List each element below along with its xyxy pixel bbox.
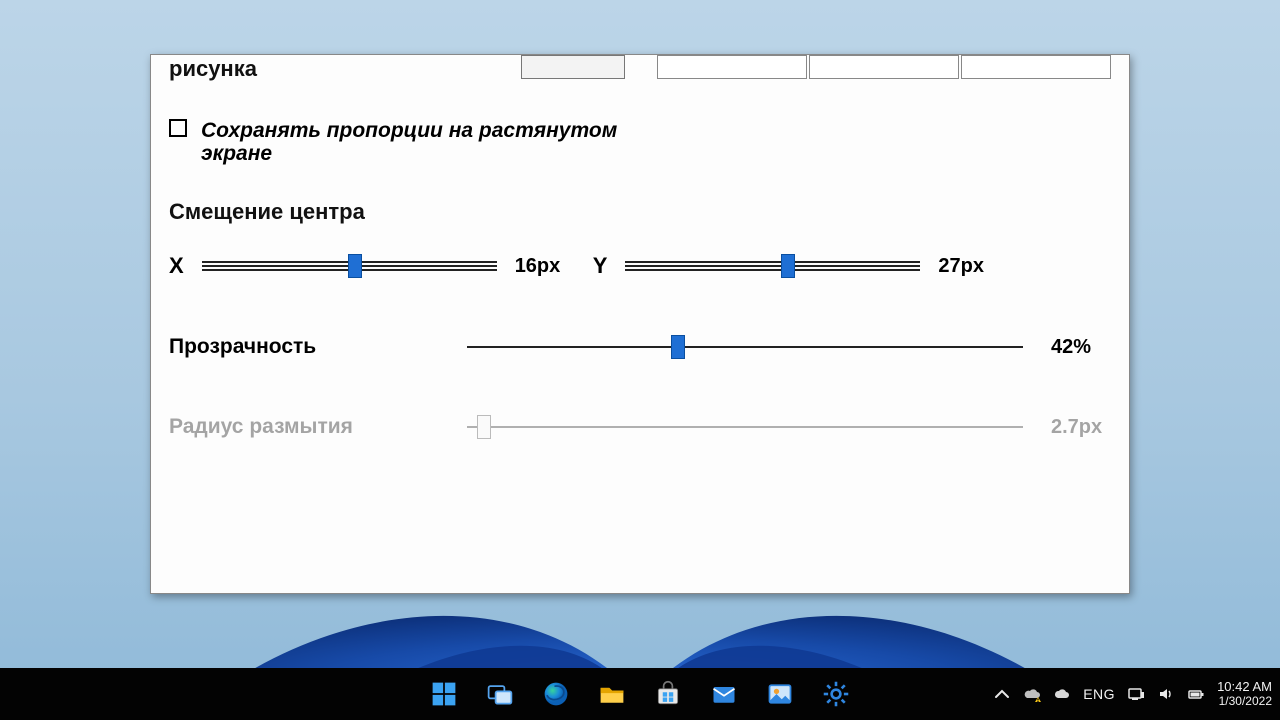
battery-icon[interactable] xyxy=(1187,685,1205,703)
photos-button[interactable] xyxy=(763,677,797,711)
x-offset-slider[interactable] xyxy=(202,254,497,278)
offset-heading: Смещение центра xyxy=(169,199,1111,225)
wallpaper-flower xyxy=(0,588,1280,668)
language-indicator[interactable]: ENG xyxy=(1083,686,1115,702)
field-3[interactable] xyxy=(961,55,1111,79)
field-2[interactable] xyxy=(809,55,959,79)
settings-button[interactable] xyxy=(819,677,853,711)
weather-cloud-icon[interactable] xyxy=(1053,685,1071,703)
three-fields-group xyxy=(657,55,1111,79)
y-offset-value: 27px xyxy=(938,255,998,278)
field-1[interactable] xyxy=(657,55,807,79)
clock[interactable]: 10:42 AM 1/30/2022 xyxy=(1217,680,1272,707)
opacity-label: Прозрачность xyxy=(169,335,439,359)
opacity-slider[interactable] xyxy=(467,335,1023,359)
y-offset-slider[interactable] xyxy=(625,254,920,278)
tray-overflow-icon[interactable] xyxy=(993,685,1011,703)
onedrive-warning-icon[interactable] xyxy=(1023,685,1041,703)
blur-radius-slider[interactable] xyxy=(467,415,1023,439)
reset-button[interactable] xyxy=(521,55,625,79)
x-offset-value: 16px xyxy=(515,255,575,278)
volume-icon[interactable] xyxy=(1157,685,1175,703)
taskbar-center xyxy=(427,668,853,720)
clock-date: 1/30/2022 xyxy=(1217,695,1272,708)
preserve-ratio-checkbox[interactable] xyxy=(169,119,187,137)
mail-button[interactable] xyxy=(707,677,741,711)
blur-radius-value: 2.7px xyxy=(1051,416,1111,439)
opacity-value: 42% xyxy=(1051,336,1111,359)
clock-time: 10:42 AM xyxy=(1217,680,1272,694)
blur-radius-label: Радиус размытия xyxy=(169,415,439,439)
preserve-ratio-label: Сохранять пропорции на растянутом экране xyxy=(201,119,621,165)
taskbar: ENG 10:42 AM 1/30/2022 xyxy=(0,668,1280,720)
store-button[interactable] xyxy=(651,677,685,711)
y-axis-label: Y xyxy=(593,253,608,279)
task-view-button[interactable] xyxy=(483,677,517,711)
desktop: рисунка Сохранять пропорции на растянуто… xyxy=(0,0,1280,720)
system-tray: ENG 10:42 AM 1/30/2022 xyxy=(993,668,1272,720)
start-button[interactable] xyxy=(427,677,461,711)
edge-browser-button[interactable] xyxy=(539,677,573,711)
x-axis-label: X xyxy=(169,253,184,279)
checkbox-label-cut: рисунка xyxy=(169,56,257,81)
file-explorer-button[interactable] xyxy=(595,677,629,711)
settings-dialog: рисунка Сохранять пропорции на растянуто… xyxy=(150,54,1130,594)
network-icon[interactable] xyxy=(1127,685,1145,703)
